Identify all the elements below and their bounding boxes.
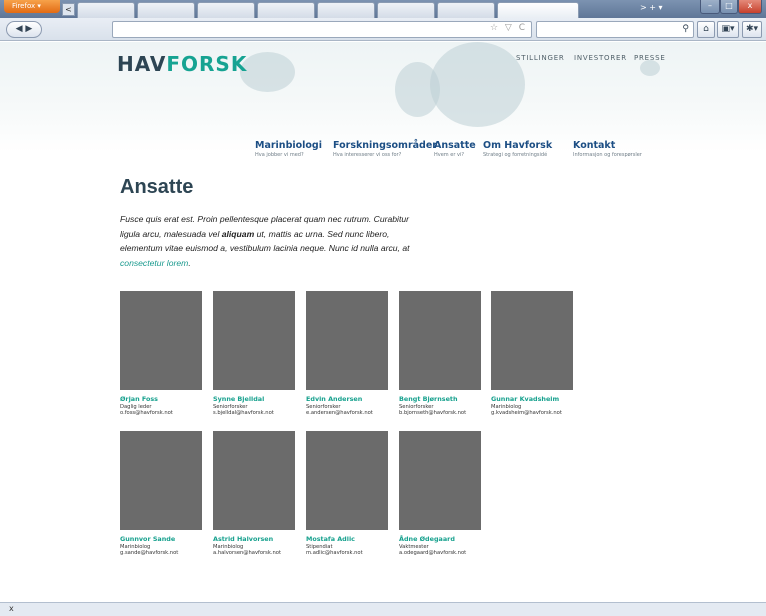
browser-navigation-bar: ◀ ▶ ☆ ▽ C ⚲ ⌂ ▣▾ ✱▾ xyxy=(0,18,766,41)
employee-email[interactable]: e.andersen@havforsk.not xyxy=(306,410,388,416)
employee-card[interactable]: Synne Bjelldal Seniorforsker s.bjelldal@… xyxy=(213,291,295,416)
employee-email[interactable]: g.sande@havforsk.not xyxy=(120,550,202,556)
logo-text-forsk: FORSK xyxy=(166,52,248,76)
mainnav-kontakt[interactable]: Kontakt Informasjon og forespørsler xyxy=(573,140,642,158)
bookmark-star-icon[interactable]: ☆ ▽ C xyxy=(490,23,527,33)
intro-bold-text: aliquam xyxy=(221,228,255,239)
browser-tab[interactable] xyxy=(257,2,315,18)
header-decoration xyxy=(240,52,295,92)
employee-name[interactable]: Gunnar Kvadsheim xyxy=(491,395,573,403)
addons-button[interactable]: ✱▾ xyxy=(742,21,762,38)
browser-tab[interactable] xyxy=(437,2,495,18)
browser-tab[interactable] xyxy=(197,2,255,18)
browser-tab[interactable] xyxy=(77,2,135,18)
minimize-button[interactable]: – xyxy=(700,0,720,14)
browser-tab[interactable] xyxy=(317,2,375,18)
employee-photo xyxy=(306,291,388,390)
browser-tab-active[interactable] xyxy=(497,2,579,18)
employee-photo xyxy=(120,431,202,530)
employee-card[interactable]: Ådne Ødegaard Vaktmester a.odegaard@havf… xyxy=(399,431,481,556)
employee-card[interactable]: Bengt Bjørnseth Seniorforsker b.bjornset… xyxy=(399,291,481,416)
employee-name[interactable]: Mostafa Adlic xyxy=(306,535,388,543)
employee-name[interactable]: Ådne Ødegaard xyxy=(399,535,481,543)
mainnav-marinbiologi[interactable]: Marinbiologi Hva jobber vi med? xyxy=(255,140,322,158)
mainnav-label: Ansatte xyxy=(434,140,476,151)
tab-scroll-left-button[interactable]: < xyxy=(62,3,75,16)
employee-name[interactable]: Astrid Halvorsen xyxy=(213,535,295,543)
employee-card[interactable]: Gunnvor Sande Marinbiolog g.sande@havfor… xyxy=(120,431,202,556)
employee-name[interactable]: Bengt Bjørnseth xyxy=(399,395,481,403)
topnav-presse[interactable]: PRESSE xyxy=(634,54,666,62)
employee-card[interactable]: Mostafa Adlic Stipendiat m.adlic@havfors… xyxy=(306,431,388,556)
employee-name[interactable]: Synne Bjelldal xyxy=(213,395,295,403)
employee-name[interactable]: Ørjan Foss xyxy=(120,395,202,403)
web-page: HAVFORSK STILLINGER INVESTORER PRESSE Ma… xyxy=(0,42,766,602)
employee-card[interactable]: Edvin Andersen Seniorforsker e.andersen@… xyxy=(306,291,388,416)
employee-name[interactable]: Gunnvor Sande xyxy=(120,535,202,543)
employee-photo xyxy=(120,291,202,390)
employee-email[interactable]: a.halvorsen@havforsk.not xyxy=(213,550,295,556)
employee-card[interactable]: Astrid Halvorsen Marinbiolog a.halvorsen… xyxy=(213,431,295,556)
intro-text: . xyxy=(188,257,191,268)
mainnav-label: Marinbiologi xyxy=(255,140,322,151)
employee-email[interactable]: s.bjelldal@havforsk.not xyxy=(213,410,295,416)
employee-photo xyxy=(399,431,481,530)
browser-tab-bar: Firefox ▾ < > + ▾ – □ x xyxy=(0,0,766,18)
header-decoration xyxy=(640,60,660,76)
employee-photo xyxy=(491,291,573,390)
employee-card[interactable]: Ørjan Foss Daglig leder o.foss@havforsk.… xyxy=(120,291,202,416)
intro-link[interactable]: consectetur lorem xyxy=(120,258,188,268)
employee-card[interactable]: Gunnar Kvadsheim Marinbiolog g.kvadsheim… xyxy=(491,291,573,416)
mainnav-om-havforsk[interactable]: Om Havforsk Strategi og forretningsidé xyxy=(483,140,552,158)
employee-email[interactable]: g.kvadsheim@havforsk.not xyxy=(491,410,573,416)
header-decoration xyxy=(430,42,525,127)
mainnav-sub: Hvem er vi? xyxy=(434,152,464,158)
search-icon[interactable]: ⚲ xyxy=(682,24,689,34)
employee-email[interactable]: o.foss@havforsk.not xyxy=(120,410,202,416)
intro-paragraph: Fusce quis erat est. Proin pellentesque … xyxy=(120,212,410,270)
browser-tab[interactable] xyxy=(377,2,435,18)
maximize-button[interactable]: □ xyxy=(720,0,738,14)
logo-text-hav: HAV xyxy=(117,52,167,76)
window-close-button[interactable]: x xyxy=(738,0,762,14)
addon-bar: x xyxy=(0,602,766,616)
page-title: Ansatte xyxy=(120,176,194,198)
mainnav-ansatte[interactable]: Ansatte Hvem er vi? xyxy=(434,140,476,158)
search-bar[interactable]: ⚲ xyxy=(536,21,694,38)
employee-photo xyxy=(213,431,295,530)
mainnav-forskningsomrader[interactable]: Forskningsområder Hva interesserer vi os… xyxy=(333,140,437,158)
employee-name[interactable]: Edvin Andersen xyxy=(306,395,388,403)
browser-tab[interactable] xyxy=(137,2,195,18)
close-icon[interactable]: x xyxy=(9,604,14,613)
mainnav-sub: Hva interesserer vi oss for? xyxy=(333,152,402,158)
employee-email[interactable]: b.bjornseth@havforsk.not xyxy=(399,410,481,416)
topnav-investorer[interactable]: INVESTORER xyxy=(574,54,627,62)
mainnav-label: Forskningsområder xyxy=(333,140,437,151)
mainnav-sub: Hva jobber vi med? xyxy=(255,152,304,158)
site-logo[interactable]: HAVFORSK xyxy=(117,52,247,76)
tab-controls[interactable]: > + ▾ xyxy=(640,3,663,12)
mainnav-label: Kontakt xyxy=(573,140,616,151)
firefox-menu-button[interactable]: Firefox ▾ xyxy=(4,0,60,13)
back-forward-button[interactable]: ◀ ▶ xyxy=(6,21,42,38)
employee-photo xyxy=(306,431,388,530)
employee-photo xyxy=(213,291,295,390)
employee-email[interactable]: m.adlic@havforsk.not xyxy=(306,550,388,556)
mainnav-sub: Strategi og forretningsidé xyxy=(483,152,548,158)
bookmarks-button[interactable]: ▣▾ xyxy=(717,21,739,38)
home-button[interactable]: ⌂ xyxy=(697,21,715,38)
mainnav-sub: Informasjon og forespørsler xyxy=(573,152,642,158)
employee-email[interactable]: a.odegaard@havforsk.not xyxy=(399,550,481,556)
employee-photo xyxy=(399,291,481,390)
mainnav-label: Om Havforsk xyxy=(483,140,553,151)
url-bar[interactable]: ☆ ▽ C xyxy=(112,21,532,38)
topnav-stillinger[interactable]: STILLINGER xyxy=(516,54,565,62)
